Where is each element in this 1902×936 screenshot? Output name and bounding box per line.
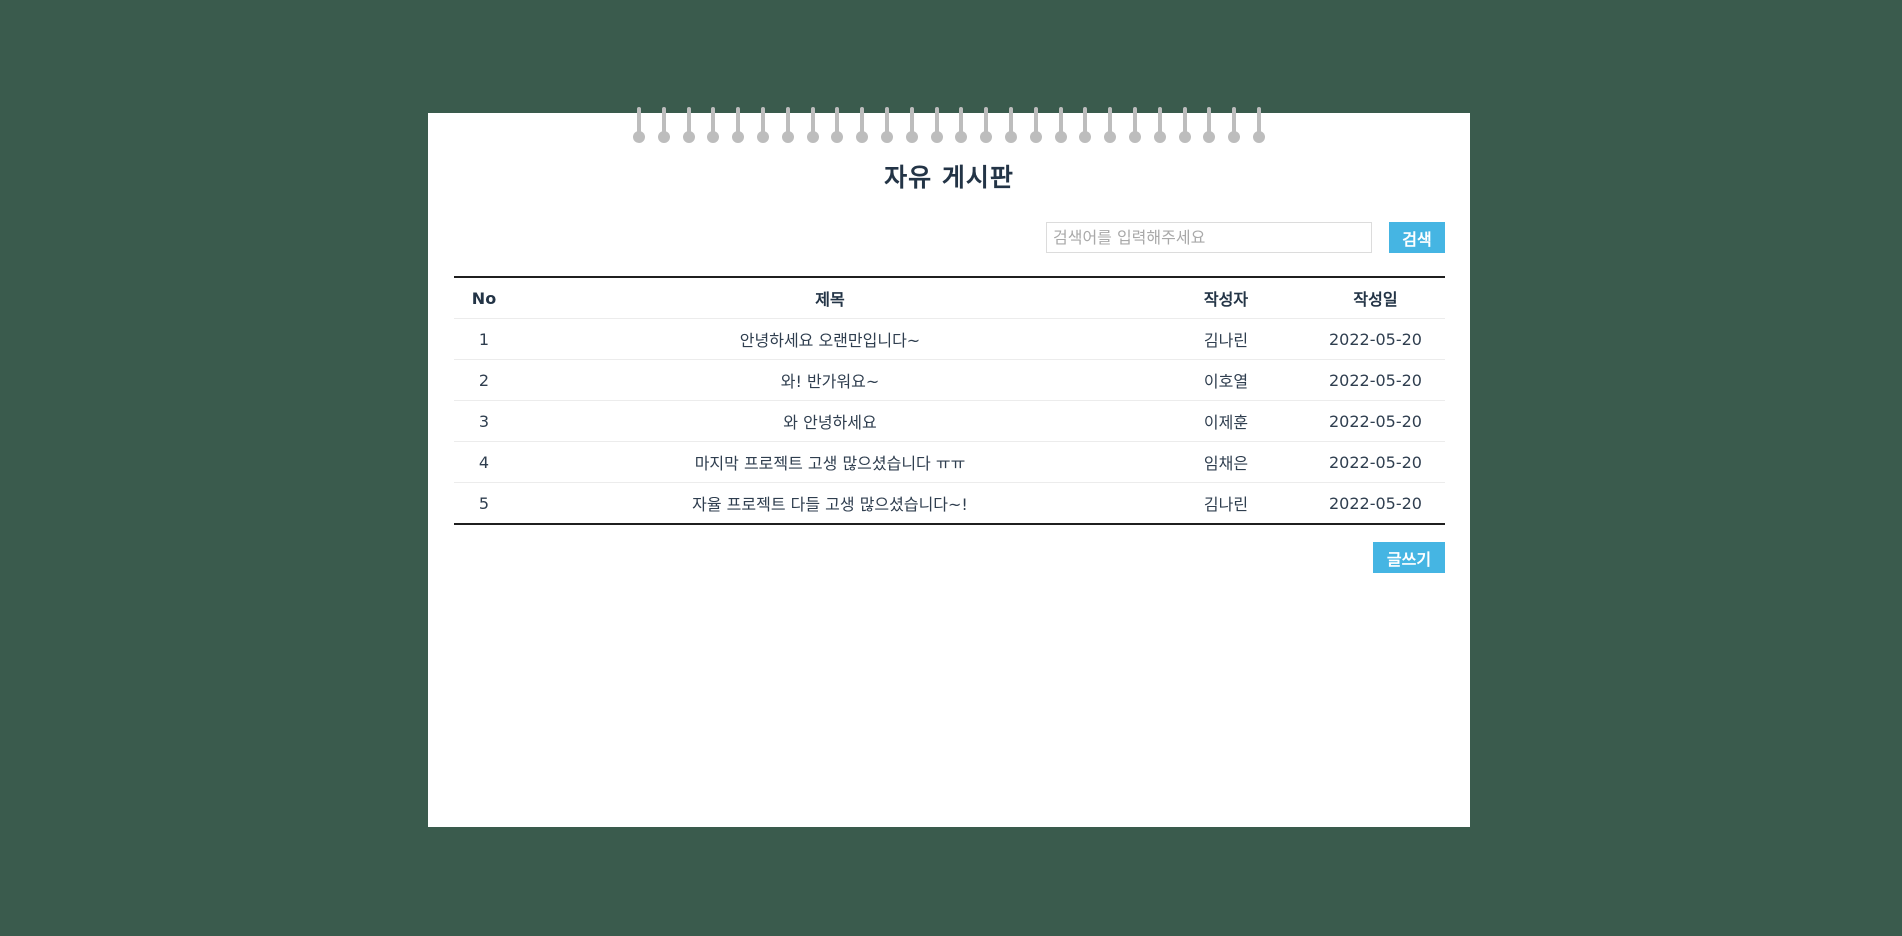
search-button[interactable]: 검색 (1389, 222, 1445, 253)
binding-ring (1078, 107, 1092, 145)
binding-ring (880, 107, 894, 145)
binding-ring (1202, 107, 1216, 145)
row-no: 3 (454, 400, 514, 442)
page-title: 자유 게시판 (884, 163, 1014, 192)
table-header-row: No 제목 작성자 작성일 (454, 277, 1445, 319)
table-row[interactable]: 1 안녕하세요 오랜만입니다~ 김나린 2022-05-20 (454, 318, 1445, 360)
binding-ring (806, 107, 820, 145)
row-writer: 김나린 (1146, 318, 1306, 360)
binding-ring (979, 107, 993, 145)
binding-ring (756, 107, 770, 145)
row-date: 2022-05-20 (1306, 318, 1445, 360)
row-writer: 이제훈 (1146, 400, 1306, 442)
binding-ring (1029, 107, 1043, 145)
row-date: 2022-05-20 (1306, 400, 1445, 442)
binding-ring (657, 107, 671, 145)
table-row[interactable]: 4 마지막 프로젝트 고생 많으셨습니다 ㅠㅠ 임채은 2022-05-20 (454, 441, 1445, 483)
header-date: 작성일 (1306, 277, 1445, 319)
row-title[interactable]: 자율 프로젝트 다들 고생 많으셨습니다~! (514, 483, 1146, 525)
row-writer: 이호열 (1146, 359, 1306, 401)
binding-ring (1178, 107, 1192, 145)
board-panel: 자유 게시판 검색 No 제목 작성자 작성일 1 안녕하세요 오랜만입니다~ … (428, 107, 1470, 827)
table-row[interactable]: 5 자율 프로젝트 다들 고생 많으셨습니다~! 김나린 2022-05-20 (454, 483, 1445, 525)
row-no: 2 (454, 359, 514, 401)
spiral-binding (428, 107, 1470, 147)
binding-ring (731, 107, 745, 145)
header-writer: 작성자 (1146, 277, 1306, 319)
binding-ring (1128, 107, 1142, 145)
binding-ring (632, 107, 646, 145)
row-no: 4 (454, 441, 514, 483)
binding-ring (682, 107, 696, 145)
row-date: 2022-05-20 (1329, 493, 1422, 513)
row-date: 2022-05-20 (1306, 359, 1445, 401)
header-no: No (454, 277, 514, 319)
binding-ring (1153, 107, 1167, 145)
binding-ring (781, 107, 795, 145)
table-row[interactable]: 2 와! 반가워요~ 이호열 2022-05-20 (454, 359, 1445, 401)
binding-ring (954, 107, 968, 145)
binding-ring (1054, 107, 1068, 145)
binding-ring (706, 107, 720, 145)
binding-ring (830, 107, 844, 145)
row-writer: 임채은 (1146, 441, 1306, 483)
row-title[interactable]: 와! 반가워요~ (514, 359, 1146, 401)
row-writer: 김나린 (1203, 495, 1249, 514)
binding-ring (1252, 107, 1266, 145)
search-input[interactable] (1046, 222, 1372, 253)
post-table: No 제목 작성자 작성일 1 안녕하세요 오랜만입니다~ 김나린 2022-0… (454, 276, 1445, 525)
row-no: 1 (454, 318, 514, 360)
binding-ring (1103, 107, 1117, 145)
binding-ring (930, 107, 944, 145)
row-no: 5 (478, 493, 490, 513)
row-title[interactable]: 안녕하세요 오랜만입니다~ (514, 318, 1146, 360)
binding-ring (1004, 107, 1018, 145)
table-row[interactable]: 3 와 안녕하세요 이제훈 2022-05-20 (454, 400, 1445, 442)
binding-ring (905, 107, 919, 145)
write-button[interactable]: 글쓰기 (1373, 542, 1445, 573)
header-title: 제목 (514, 277, 1146, 319)
row-title[interactable]: 와 안녕하세요 (514, 400, 1146, 442)
binding-ring (1227, 107, 1241, 145)
row-title[interactable]: 마지막 프로젝트 고생 많으셨습니다 ㅠㅠ (514, 441, 1146, 483)
row-date: 2022-05-20 (1306, 441, 1445, 483)
binding-ring (855, 107, 869, 145)
